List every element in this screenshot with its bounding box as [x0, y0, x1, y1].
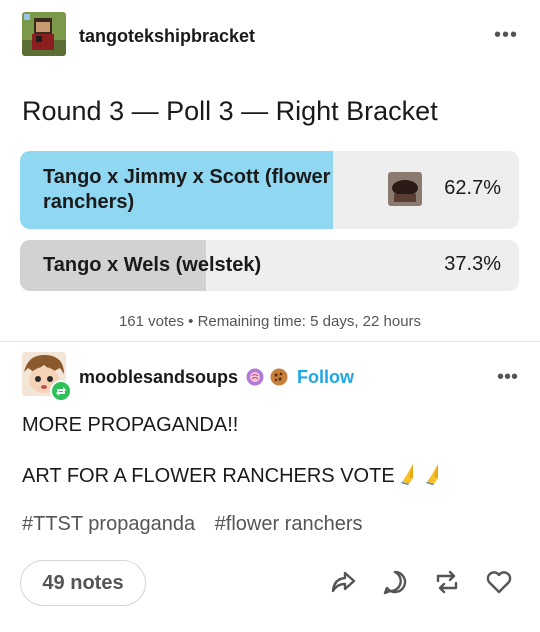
post-header: tangotekshipbracket ••• [22, 12, 518, 58]
more-options-icon[interactable]: ••• [494, 25, 518, 45]
praying-hands-icon [400, 463, 425, 491]
brain-badge-icon[interactable] [246, 368, 264, 386]
reply-icon[interactable] [381, 568, 409, 596]
voted-avatar-icon [388, 172, 422, 206]
follow-button[interactable]: Follow [297, 367, 354, 388]
reblogger-name[interactable]: mooblesandsoups [79, 367, 238, 388]
praying-hands-icon [425, 463, 450, 491]
reblog-text-line: MORE PROPAGANDA!! [22, 414, 239, 436]
poll-option-percent: 37.3% [444, 253, 501, 275]
reblog-badge-icon [50, 380, 72, 402]
tag-link[interactable]: #TTST propaganda [22, 513, 195, 535]
poll-option-label: Tango x Wels (welstek) [43, 254, 262, 276]
tag-link[interactable]: #flower ranchers [215, 513, 363, 535]
more-options-icon[interactable]: ••• [497, 367, 518, 387]
blog-avatar[interactable] [22, 12, 66, 56]
reblog-header: mooblesandsoups Follow ••• [22, 352, 518, 402]
cookie-badge-icon[interactable] [270, 368, 288, 386]
blog-name[interactable]: tangotekshipbracket [79, 26, 255, 47]
divider [0, 341, 540, 342]
reblog-icon[interactable] [433, 568, 461, 596]
reblog-text: ART FOR A FLOWER RANCHERS VOTE [22, 465, 395, 487]
share-icon[interactable] [329, 568, 357, 596]
tag-list: #TTST propaganda #flower ranchers [22, 513, 376, 536]
reblog-text-line: ART FOR A FLOWER RANCHERS VOTE [22, 463, 450, 491]
poll-title: Round 3 — Poll 3 — Right Bracket [22, 96, 438, 126]
poll-option-label: Tango x Jimmy x Scott (flower ranchers) [43, 166, 331, 213]
poll-option-1[interactable]: Tango x Jimmy x Scott (flower ranchers) … [20, 151, 519, 229]
poll-option-percent: 62.7% [444, 177, 501, 199]
notes-button[interactable]: 49 notes [20, 560, 146, 606]
poll-option-2[interactable]: Tango x Wels (welstek) 37.3% [20, 240, 519, 291]
like-icon[interactable] [485, 568, 513, 596]
poll-meta: 161 votes • Remaining time: 5 days, 22 h… [118, 313, 422, 330]
